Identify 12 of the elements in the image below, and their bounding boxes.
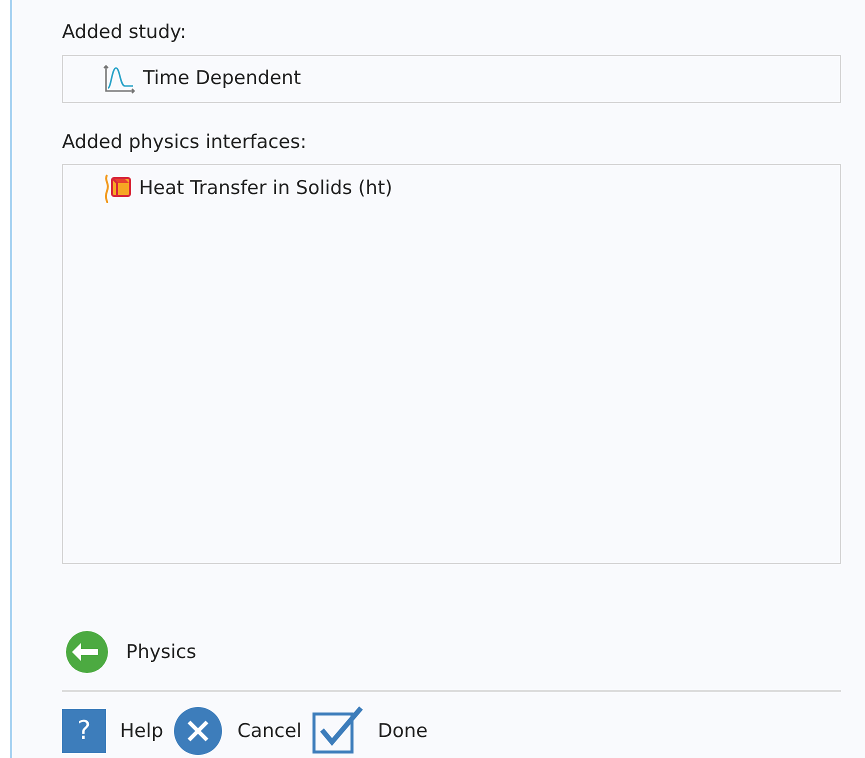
help-button[interactable]: ? Help [62, 709, 164, 753]
section-label: Added physics interfaces: [62, 130, 308, 154]
section-label: Added study: [62, 20, 188, 45]
heat-transfer-icon [103, 173, 133, 203]
done-button[interactable]: Done [312, 706, 428, 756]
list-item[interactable]: Heat Transfer in Solids (ht) [139, 174, 392, 202]
cancel-button[interactable]: Cancel [173, 706, 302, 756]
back-button[interactable]: Physics [62, 630, 196, 674]
checkbox-check-icon [312, 706, 364, 756]
study-item: Time Dependent [143, 66, 301, 92]
help-icon: ? [62, 709, 106, 753]
study-icon [103, 64, 137, 94]
